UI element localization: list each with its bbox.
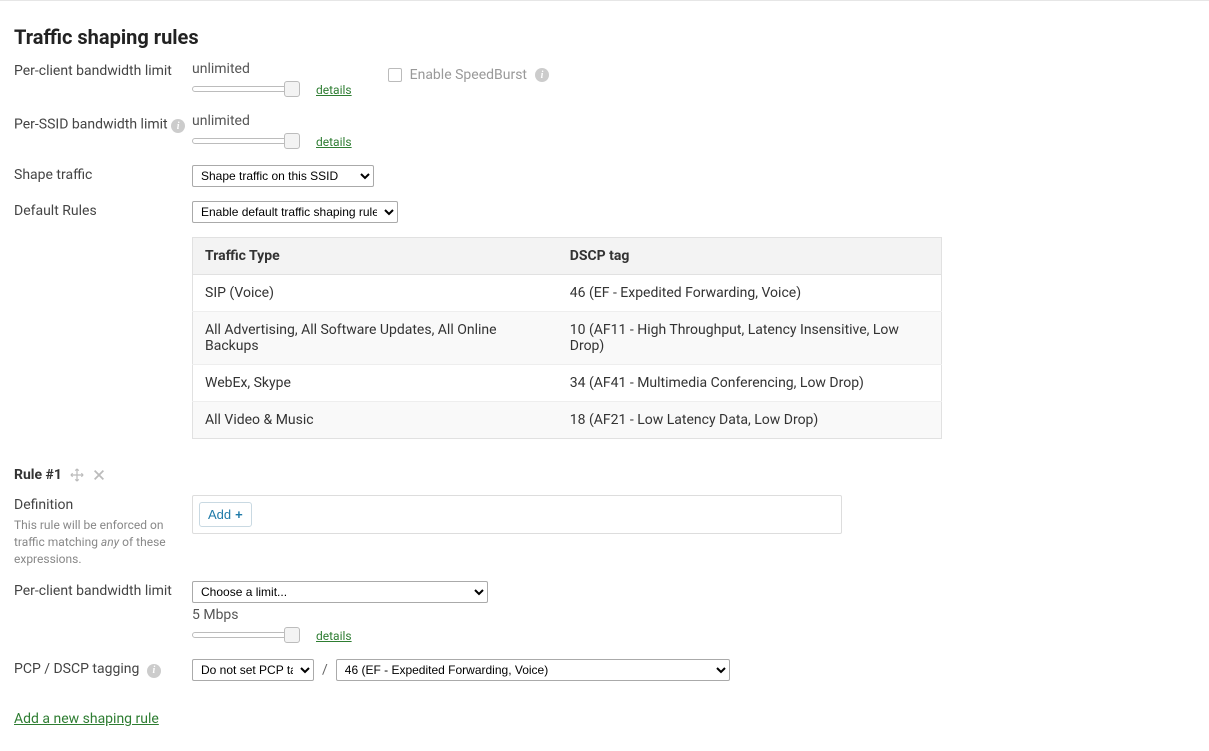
choose-limit-select[interactable]: Choose a limit... xyxy=(192,581,488,603)
per-client-details-link[interactable]: details xyxy=(316,83,352,97)
th-dscp-tag: DSCP tag xyxy=(558,238,942,275)
per-ssid-label: Per-SSID bandwidth limit xyxy=(14,117,168,133)
table-row: SIP (Voice) 46 (EF - Expedited Forwardin… xyxy=(193,275,942,312)
plus-icon: + xyxy=(235,507,243,522)
default-rules-select[interactable]: Enable default traffic shaping rules xyxy=(192,201,398,223)
definition-help: This rule will be enforced on traffic ma… xyxy=(14,517,192,567)
table-row: All Video & Music 18 (AF21 - Low Latency… xyxy=(193,402,942,439)
table-row: All Advertising, All Software Updates, A… xyxy=(193,312,942,365)
per-ssid-slider[interactable] xyxy=(192,131,300,151)
shape-traffic-label: Shape traffic xyxy=(14,165,192,183)
per-client-label: Per-client bandwidth limit xyxy=(14,61,192,79)
shape-traffic-select[interactable]: Shape traffic on this SSID xyxy=(192,165,374,187)
close-icon[interactable] xyxy=(92,468,106,482)
definition-label: Definition xyxy=(14,497,192,513)
default-rules-table: Traffic Type DSCP tag SIP (Voice) 46 (EF… xyxy=(192,237,942,439)
pcp-select[interactable]: Do not set PCP tag xyxy=(192,659,314,681)
info-icon[interactable]: i xyxy=(535,68,549,82)
pcp-dscp-label: PCP / DSCP tagging xyxy=(14,661,139,677)
dscp-select[interactable]: 46 (EF - Expedited Forwarding, Voice) xyxy=(336,659,730,681)
per-ssid-details-link[interactable]: details xyxy=(316,135,352,149)
page-title: Traffic shaping rules xyxy=(14,25,1195,49)
speedburst-label: Enable SpeedBurst xyxy=(410,67,527,83)
rule-per-client-label: Per-client bandwidth limit xyxy=(14,581,192,599)
add-new-rule-link[interactable]: Add a new shaping rule xyxy=(14,711,159,727)
rule-title: Rule #1 xyxy=(14,467,62,483)
th-traffic-type: Traffic Type xyxy=(193,238,558,275)
definition-box: Add + xyxy=(192,495,842,534)
add-definition-button[interactable]: Add + xyxy=(199,502,252,527)
default-rules-label: Default Rules xyxy=(14,201,192,219)
table-row: WebEx, Skype 34 (AF41 - Multimedia Confe… xyxy=(193,365,942,402)
per-client-slider[interactable] xyxy=(192,79,300,99)
rule-slider[interactable] xyxy=(192,625,300,645)
speedburst-checkbox[interactable] xyxy=(388,68,402,82)
rule-slider-value: 5 Mbps xyxy=(192,607,300,623)
rule-details-link[interactable]: details xyxy=(316,629,352,643)
per-client-value: unlimited xyxy=(192,61,300,77)
info-icon[interactable]: i xyxy=(171,119,185,133)
per-ssid-value: unlimited xyxy=(192,113,300,129)
slash: / xyxy=(322,662,328,678)
move-icon[interactable] xyxy=(70,468,84,482)
info-icon[interactable]: i xyxy=(147,664,161,678)
